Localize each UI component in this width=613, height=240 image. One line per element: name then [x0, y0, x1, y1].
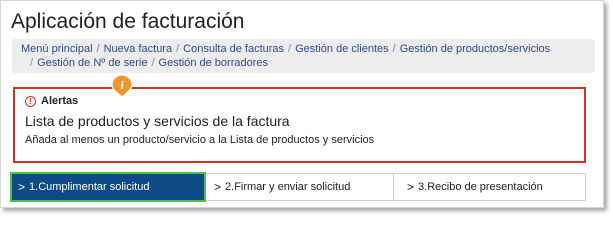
chevron-right-icon: > — [407, 180, 415, 194]
alert-message: Añada al menos un producto/servicio a la… — [25, 134, 375, 146]
breadcrumb-separator: / — [288, 43, 292, 55]
breadcrumb-separator: / — [392, 43, 396, 55]
breadcrumb-line-2: / Gestión de Nº de serie / Gestión de borra… — [21, 57, 587, 71]
step-2-firmar[interactable]: > 2.Firmar y enviar solicitud — [204, 174, 394, 200]
wizard-steps: > 1.Cumplimentar solicitud > 2.Firmar y … — [10, 172, 586, 202]
step-3-recibo[interactable]: > 3.Recibo de presentación — [394, 174, 585, 200]
breadcrumb-link-gestion-serie[interactable]: Gestión de Nº de serie — [37, 57, 147, 69]
breadcrumb-link-gestion-productos[interactable]: Gestión de productos/servicios — [400, 43, 550, 55]
breadcrumb-link-gestion-borradores[interactable]: Gestión de borradores — [159, 57, 268, 69]
alert-panel: ! Alertas Lista de productos y servicios… — [13, 87, 586, 163]
breadcrumb-separator: / — [151, 57, 155, 69]
chevron-right-icon: > — [214, 180, 222, 194]
alert-icon: ! — [25, 95, 36, 107]
breadcrumb-separator: / — [96, 43, 100, 55]
step-label: 3.Recibo de presentación — [418, 181, 543, 193]
app-window: Aplicación de facturación Menú principal… — [0, 0, 604, 208]
breadcrumb-separator: / — [30, 57, 34, 69]
breadcrumb-link-gestion-clientes[interactable]: Gestión de clientes — [295, 43, 389, 55]
page-title: Aplicación de facturación — [11, 10, 245, 33]
alert-header: ! Alertas — [25, 95, 78, 107]
breadcrumb-link-menu-principal[interactable]: Menú principal — [21, 43, 93, 55]
chevron-right-icon: > — [18, 180, 26, 194]
step-label: 2.Firmar y enviar solicitud — [225, 181, 351, 193]
breadcrumb-line-1: Menú principal / Nueva factura / Consulta de… — [21, 43, 587, 57]
step-1-cumplimentar[interactable]: > 1.Cumplimentar solicitud — [10, 172, 206, 202]
step-label: 1.Cumplimentar solicitud — [29, 181, 150, 193]
breadcrumb: Menú principal / Nueva factura / Consulta de… — [12, 39, 595, 73]
breadcrumb-link-consulta-facturas[interactable]: Consulta de facturas — [183, 43, 284, 55]
alert-title: Lista de productos y servicios de la fac… — [25, 113, 290, 129]
breadcrumb-link-nueva-factura[interactable]: Nueva factura — [104, 43, 172, 55]
info-marker-icon[interactable]: i — [111, 74, 133, 98]
breadcrumb-separator: / — [176, 43, 180, 55]
alert-heading: Alertas — [41, 95, 79, 107]
